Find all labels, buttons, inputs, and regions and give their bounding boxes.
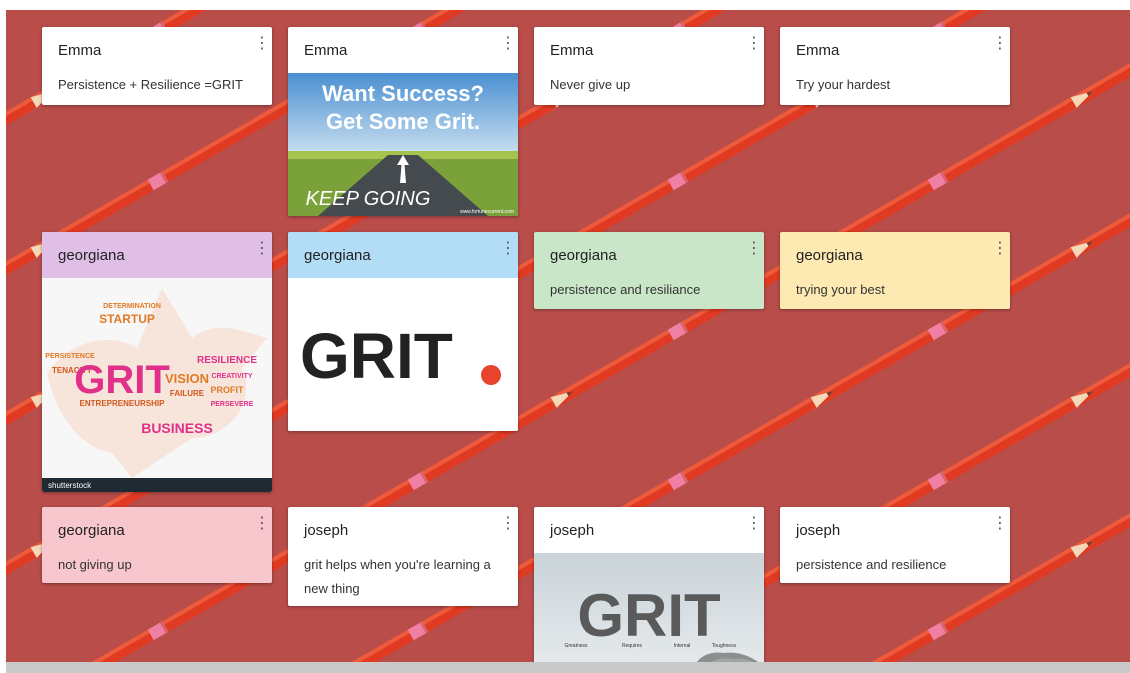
image-brand: shutterstock	[48, 481, 92, 490]
post-author: georgiana	[58, 247, 125, 264]
more-options-icon[interactable]: ⋮	[746, 513, 762, 533]
post-header: Emma ⋮	[42, 27, 272, 73]
more-options-icon[interactable]: ⋮	[992, 238, 1008, 258]
post-text: Never give up	[550, 77, 631, 92]
grit-acronym-label: Greatness	[564, 643, 588, 649]
post-card[interactable]: Emma ⋮ Persistence + Resilience =GRIT	[42, 27, 272, 105]
post-author: Emma	[796, 42, 840, 59]
post-text: persistence and resiliance	[550, 282, 701, 297]
more-options-icon[interactable]: ⋮	[746, 238, 762, 258]
post-text: Persistence + Resilience =GRIT	[58, 77, 243, 92]
more-options-icon[interactable]: ⋮	[254, 238, 270, 258]
grit-logo-text: GRIT	[300, 320, 453, 392]
post-image-word-cloud[interactable]: STARTUP RESILIENCE VISION BUSINESS TENAC…	[42, 278, 272, 492]
more-options-icon[interactable]: ⋮	[992, 513, 1008, 533]
word-cloud-main-word: GRIT	[74, 358, 170, 402]
image-road-text: KEEP GOING	[306, 188, 431, 210]
post-card[interactable]: Emma ⋮ Try your hardest	[780, 27, 1010, 105]
grit-acronym-label: Requires	[622, 643, 643, 649]
word-cloud-word: PROFIT	[211, 385, 245, 395]
more-options-icon[interactable]: ⋮	[500, 513, 516, 533]
post-image-grit-logo[interactable]: GRIT	[288, 278, 518, 431]
post-image-grit-stone[interactable]: GRIT Greatness Requires Internal Toughne…	[534, 553, 764, 662]
post-card[interactable]: georgiana ⋮ persistence and resiliance	[534, 232, 764, 309]
post-image-road[interactable]: Want Success? Get Some Grit. KEEP GOING …	[288, 73, 518, 216]
grit-logo-dot	[481, 365, 501, 385]
post-header: Emma ⋮	[780, 27, 1010, 73]
post-header: joseph ⋮	[780, 507, 1010, 553]
horizontal-scrollbar[interactable]	[6, 662, 1130, 673]
post-card[interactable]: joseph ⋮ grit helps when you're learning…	[288, 507, 518, 606]
post-author: Emma	[550, 42, 594, 59]
grit-acronym-label: Internal	[674, 643, 691, 649]
image-credit: www.fortunecurrent.com	[460, 209, 514, 215]
post-header: georgiana ⋮	[780, 232, 1010, 278]
post-text: Try your hardest	[796, 77, 891, 92]
post-card[interactable]: georgiana ⋮ trying your best	[780, 232, 1010, 309]
word-cloud-word: VISION	[165, 371, 209, 386]
post-card[interactable]: georgiana ⋮ STARTUP RESILIENCE VISION BU…	[42, 232, 272, 492]
word-cloud-word: DETERMINATION	[103, 303, 161, 310]
post-header: georgiana ⋮	[288, 232, 518, 278]
post-card[interactable]: georgiana ⋮ not giving up	[42, 507, 272, 583]
post-card[interactable]: Emma ⋮ Want Success? Get Some Grit. KEEP…	[288, 27, 518, 216]
post-author: georgiana	[550, 247, 617, 264]
post-text: not giving up	[58, 557, 132, 572]
post-author: georgiana	[58, 522, 125, 539]
post-author: Emma	[304, 42, 348, 59]
word-cloud-word: PERSEVERE	[211, 401, 254, 408]
more-options-icon[interactable]: ⋮	[992, 33, 1008, 53]
padlet-board: Emma ⋮ Persistence + Resilience =GRIT Em…	[6, 10, 1130, 662]
more-options-icon[interactable]: ⋮	[500, 238, 516, 258]
grit-acronym-label: Toughness	[712, 643, 737, 649]
post-header: joseph ⋮	[288, 507, 518, 553]
post-header: georgiana ⋮	[42, 232, 272, 278]
post-author: georgiana	[796, 247, 863, 264]
post-card[interactable]: joseph ⋮ persistence and resilience	[780, 507, 1010, 583]
post-header: joseph ⋮	[534, 507, 764, 553]
post-card[interactable]: joseph ⋮ GRIT Greatness Requires Interna…	[534, 507, 764, 662]
word-cloud-word: CREATIVITY	[211, 373, 252, 380]
image-headline-1: Want Success?	[322, 81, 484, 106]
more-options-icon[interactable]: ⋮	[746, 33, 762, 53]
post-card[interactable]: Emma ⋮ Never give up	[534, 27, 764, 105]
post-text: persistence and resilience	[796, 557, 947, 572]
stone-grit-text: GRIT	[577, 582, 720, 649]
word-cloud-word: FAILURE	[170, 389, 205, 398]
image-headline-2: Get Some Grit.	[326, 109, 480, 134]
post-text: trying your best	[796, 282, 885, 297]
post-card[interactable]: georgiana ⋮ GRIT	[288, 232, 518, 431]
more-options-icon[interactable]: ⋮	[254, 33, 270, 53]
post-author: joseph	[550, 522, 595, 539]
post-author: joseph	[796, 522, 841, 539]
post-author: georgiana	[304, 247, 371, 264]
post-author: joseph	[304, 522, 349, 539]
word-cloud-word: BUSINESS	[141, 420, 213, 436]
word-cloud-word: STARTUP	[99, 312, 155, 326]
post-header: georgiana ⋮	[42, 507, 272, 553]
post-author: Emma	[58, 42, 102, 59]
more-options-icon[interactable]: ⋮	[500, 33, 516, 53]
post-header: Emma ⋮	[288, 27, 518, 73]
more-options-icon[interactable]: ⋮	[254, 513, 270, 533]
word-cloud-word: RESILIENCE	[197, 355, 257, 366]
post-header: Emma ⋮	[534, 27, 764, 73]
post-header: georgiana ⋮	[534, 232, 764, 278]
post-text: grit helps when you're learning a new th…	[304, 557, 491, 596]
